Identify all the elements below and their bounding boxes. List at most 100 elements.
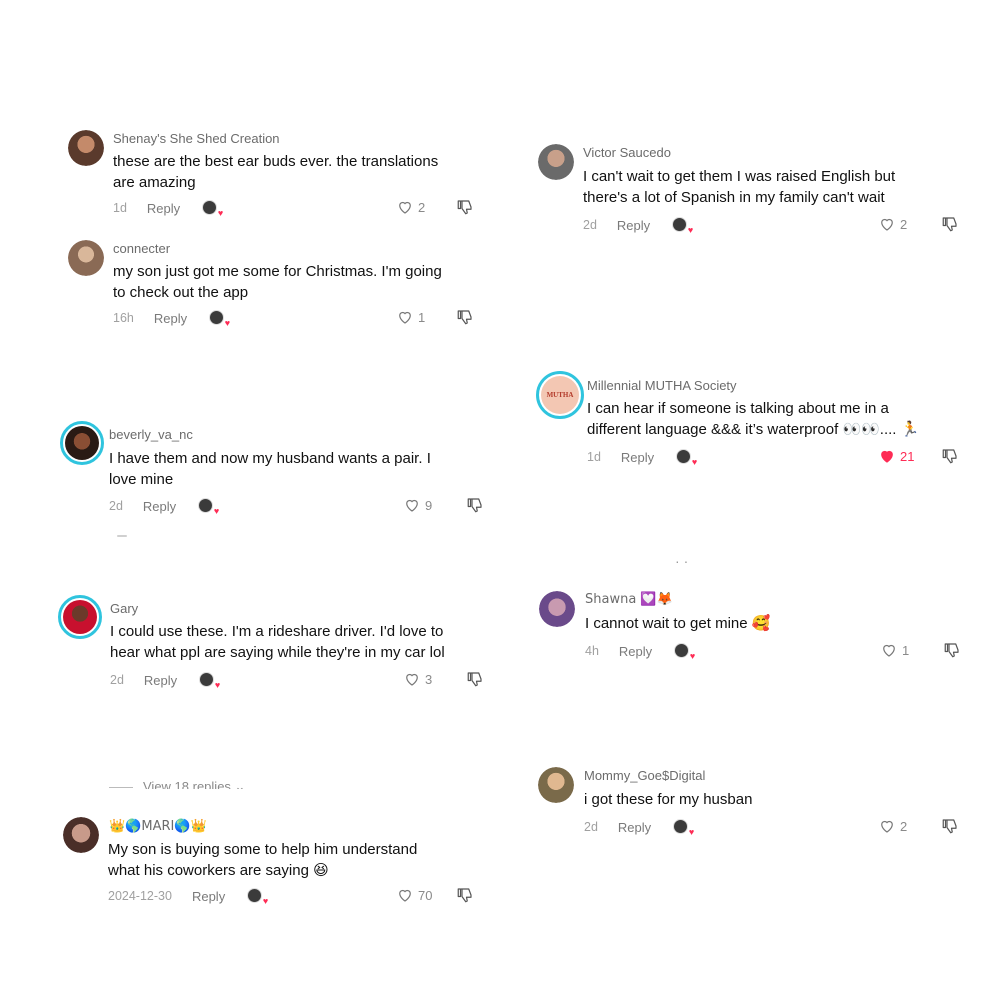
like-count: 2	[900, 818, 908, 834]
comment-text-line: what his coworkers are saying 😆	[108, 862, 329, 879]
heart-outline-icon	[883, 644, 895, 657]
comment-timestamp: 2d	[110, 673, 124, 687]
avatar[interactable]	[68, 130, 104, 166]
comment-text-line: I can hear if someone is talking about m…	[587, 400, 889, 417]
view-replies-button[interactable]: View 18 replies ⌄	[109, 779, 245, 789]
comment-username[interactable]: beverly_va_nc	[109, 427, 193, 442]
divider	[109, 787, 133, 789]
dislike-icon[interactable]	[943, 641, 961, 659]
creator-liked-icon: ♥	[676, 448, 697, 467]
comment-meta: 1d Reply ♥	[587, 448, 697, 467]
reply-button[interactable]: Reply	[192, 889, 225, 904]
reply-button[interactable]: Reply	[144, 673, 177, 688]
like-button[interactable]: 2	[878, 817, 907, 835]
comment-text-line: to check out the app	[113, 284, 249, 301]
avatar[interactable]	[538, 767, 574, 803]
like-button[interactable]: 9	[403, 496, 432, 514]
creator-liked-icon: ♥	[247, 887, 268, 906]
comment-text-line: there's a lot of Spanish in my family ca…	[583, 189, 885, 206]
dislike-icon[interactable]	[456, 198, 474, 216]
comment-username[interactable]: 👑🌎MARI🌎👑	[109, 819, 207, 834]
heart-outline-icon	[399, 201, 411, 214]
comment-meta: 2d Reply ♥	[110, 671, 220, 690]
comment-timestamp: 2d	[584, 820, 598, 834]
comment-text-line: different language &&& it’s waterproof 👀…	[587, 421, 920, 438]
reply-button[interactable]: Reply	[618, 820, 651, 835]
comment-username[interactable]: Gary	[110, 601, 138, 616]
dislike-icon[interactable]	[466, 670, 484, 688]
comment-meta: 1d Reply ♥	[113, 199, 223, 218]
creator-liked-icon: ♥	[673, 818, 694, 837]
like-button[interactable]: 2	[396, 198, 425, 216]
dislike-icon[interactable]	[941, 215, 959, 233]
avatar[interactable]	[63, 817, 99, 853]
comment-timestamp: 1d	[587, 450, 601, 464]
dislike-icon[interactable]	[941, 817, 959, 835]
comment-meta: 2d Reply ♥	[583, 216, 693, 235]
comment-username[interactable]: Shawna 💟🦊	[585, 592, 673, 607]
dislike-icon[interactable]	[941, 447, 959, 465]
avatar-logo-text: MUTHA	[546, 391, 574, 399]
comment-text-line: I cannot wait to get mine 🥰	[585, 615, 771, 632]
avatar[interactable]	[60, 421, 104, 465]
avatar[interactable]	[58, 595, 102, 639]
reply-button[interactable]: Reply	[619, 644, 652, 659]
dislike-icon[interactable]	[466, 496, 484, 514]
like-button[interactable]: 70	[396, 886, 432, 904]
heart-outline-icon	[406, 673, 418, 686]
comment-meta: 16h Reply ♥	[113, 309, 230, 328]
comment-text-line: i got these for my husban	[584, 791, 753, 808]
comment-meta: 2d Reply ♥	[109, 497, 219, 516]
reply-button[interactable]: Reply	[147, 201, 180, 216]
avatar[interactable]	[68, 240, 104, 276]
comment-text-line: I could use these. I'm a rideshare drive…	[110, 623, 444, 640]
reply-button[interactable]: Reply	[617, 218, 650, 233]
comment-username[interactable]: Victor Saucedo	[583, 145, 671, 160]
like-count: 1	[418, 309, 426, 325]
dislike-icon[interactable]	[456, 886, 474, 904]
reply-button[interactable]: Reply	[621, 450, 654, 465]
dislike-icon[interactable]	[456, 308, 474, 326]
like-button[interactable]: 1	[396, 308, 425, 326]
like-button[interactable]: 21	[878, 447, 914, 465]
comment-text-line: hear what ppl are saying while they're i…	[110, 644, 445, 661]
creator-liked-icon: ♥	[209, 309, 230, 328]
divider-fragment	[117, 535, 127, 537]
comment-text-line: love mine	[109, 471, 174, 488]
comment-text-line: My son is buying some to help him unders…	[108, 841, 418, 858]
like-button[interactable]: 2	[878, 215, 907, 233]
creator-liked-icon: ♥	[674, 642, 695, 661]
creator-liked-icon: ♥	[672, 216, 693, 235]
like-button[interactable]: 1	[880, 641, 909, 659]
comment-timestamp: 2024-12-30	[108, 889, 172, 903]
like-count: 3	[425, 671, 433, 687]
comment-text-line: are amazing	[113, 174, 196, 191]
comment-timestamp: 2d	[583, 218, 597, 232]
creator-liked-icon: ♥	[199, 671, 220, 690]
comment-meta: 2024-12-30 Reply ♥	[108, 887, 268, 906]
like-count: 1	[902, 642, 910, 658]
avatar[interactable]	[538, 144, 574, 180]
heart-outline-icon	[399, 889, 411, 902]
comment-timestamp: 4h	[585, 644, 599, 658]
comment-text-line: I can't wait to get them I was raised En…	[583, 168, 896, 185]
comment-meta: 2d Reply ♥	[584, 818, 694, 837]
comment-username[interactable]: connecter	[113, 241, 170, 256]
like-count: 2	[418, 199, 426, 215]
like-count: 2	[900, 216, 908, 232]
view-replies-label: View 18 replies ⌄	[143, 779, 246, 789]
comment-username[interactable]: Mommy_Goe$Digital	[584, 768, 705, 783]
heart-outline-icon	[399, 311, 411, 324]
comment-timestamp: 1d	[113, 201, 127, 215]
like-button[interactable]: 3	[403, 670, 432, 688]
like-count: 9	[425, 497, 433, 513]
comment-username[interactable]: Shenay's She Shed Creation	[113, 131, 280, 146]
loading-dots: ··	[675, 553, 693, 569]
comment-username[interactable]: Millennial MUTHA Society	[587, 378, 737, 393]
avatar[interactable]: MUTHA	[536, 371, 584, 419]
avatar[interactable]	[539, 591, 575, 627]
reply-button[interactable]: Reply	[154, 311, 187, 326]
comment-meta: 4h Reply ♥	[585, 642, 695, 661]
comment-text-line: my son just got me some for Christmas. I…	[113, 263, 442, 280]
reply-button[interactable]: Reply	[143, 499, 176, 514]
